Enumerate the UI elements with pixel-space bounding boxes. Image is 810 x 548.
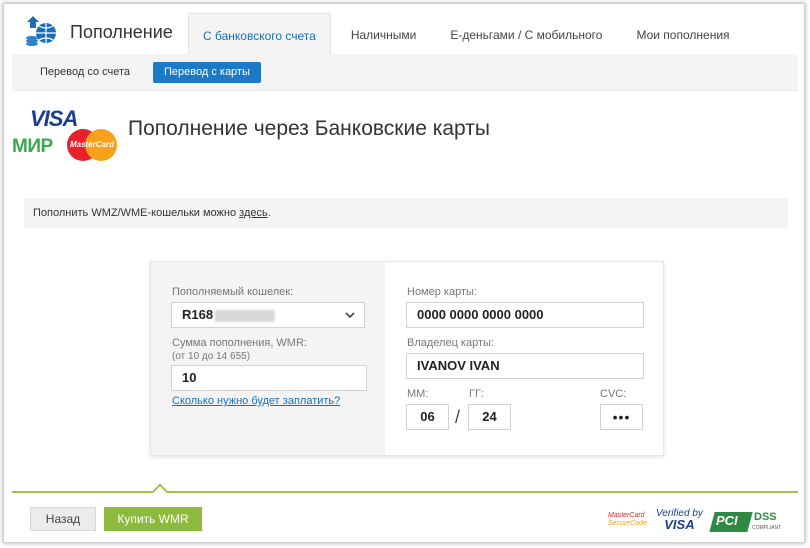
verified-by-visa-logo: Verified by VISA: [656, 508, 703, 532]
footer-divider-notch: [151, 483, 169, 501]
card-holder-input[interactable]: IVANOV IVAN: [406, 353, 644, 379]
subtab-account-transfer[interactable]: Перевод со счета: [29, 62, 141, 83]
wallet-globe-icon: [26, 16, 56, 46]
mir-logo: МИР: [12, 136, 53, 157]
card-brand-logos: VISA МИР MasterCard: [12, 106, 122, 164]
back-button[interactable]: Назад: [30, 507, 96, 531]
page-frame: Пополнение С банковского счета Наличными…: [3, 3, 805, 543]
cvc-label: CVC:: [600, 388, 627, 400]
payment-form-card: Пополняемый кошелек: R168 Сумма пополнен…: [150, 261, 664, 456]
payment-amount-help-link[interactable]: Сколько нужно будет заплатить?: [172, 395, 340, 407]
info-bar: Пополнить WMZ/WME-кошельки можно здесь.: [24, 198, 788, 228]
mastercard-logo: MasterCard: [67, 129, 117, 161]
expiry-month-label: ММ:: [407, 388, 429, 400]
form-left-panel: Пополняемый кошелек: R168 Сумма пополнен…: [151, 262, 385, 455]
wallet-label: Пополняемый кошелек:: [172, 286, 294, 298]
expiry-month-input[interactable]: 06: [406, 404, 449, 430]
expiry-separator: /: [455, 407, 461, 427]
amount-hint: (от 10 до 14 655): [172, 351, 251, 362]
card-number-input[interactable]: 0000 0000 0000 0000: [406, 302, 644, 328]
security-logos: MasterCard SecureCode Verified by VISA P…: [608, 507, 781, 537]
pci-dss-logo: PCI DSS COMPLIANT: [709, 510, 781, 534]
app-title: Пополнение: [70, 22, 173, 42]
buy-wmr-button[interactable]: Купить WMR: [104, 507, 202, 531]
info-suffix: .: [267, 207, 271, 219]
tab-emoney-mobile[interactable]: Е-деньгами / С мобильного: [436, 13, 616, 54]
main-tabs: С банковского счета Наличными Е-деньгами…: [188, 13, 750, 54]
amount-label: Сумма пополнения, WMR:: [172, 337, 307, 349]
expiry-year-input[interactable]: 24: [468, 404, 511, 430]
page-title: Пополнение через Банковские карты: [128, 117, 490, 140]
tab-cash[interactable]: Наличными: [337, 13, 431, 54]
wallet-select[interactable]: R168: [171, 302, 365, 328]
mastercard-securecode-logo: MasterCard SecureCode: [608, 512, 647, 527]
chevron-down-icon: [345, 312, 355, 319]
amount-input[interactable]: 10: [171, 365, 367, 391]
tab-my-topups[interactable]: Мои пополнения: [622, 13, 743, 54]
wallet-number-redacted: [215, 309, 276, 322]
cvc-input[interactable]: •••: [600, 404, 643, 430]
info-text: Пополнить WMZ/WME-кошельки можно: [33, 207, 240, 219]
subnav: Перевод со счета Перевод с карты: [12, 54, 798, 91]
card-holder-label: Владелец карты:: [407, 337, 494, 349]
header: Пополнение С банковского счета Наличными…: [4, 4, 804, 54]
subtab-card-transfer[interactable]: Перевод с карты: [153, 62, 261, 83]
info-link-here[interactable]: здесь: [239, 207, 268, 219]
footer-divider: [12, 491, 798, 493]
tab-bank-account[interactable]: С банковского счета: [188, 13, 331, 54]
card-number-label: Номер карты:: [407, 286, 477, 298]
expiry-year-label: ГГ:: [469, 388, 484, 400]
